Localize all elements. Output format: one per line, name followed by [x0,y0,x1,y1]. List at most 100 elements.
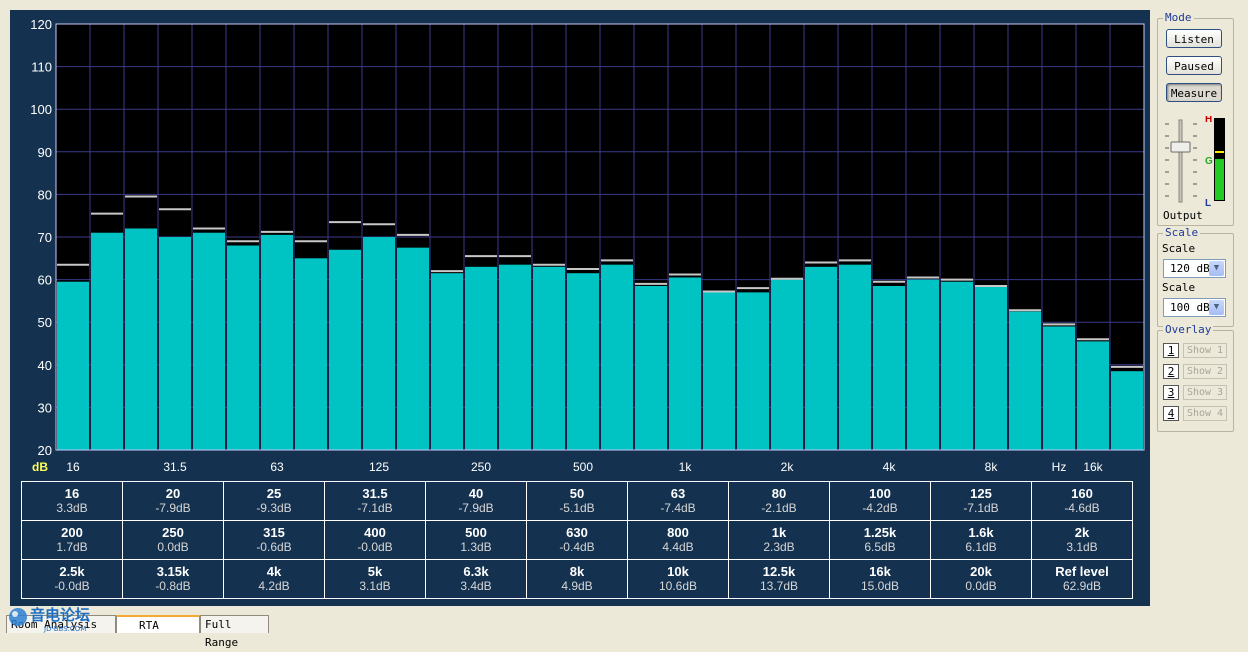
band-cell: 3.15k -0.8dB [122,559,224,599]
band-gain: -4.2dB [862,501,898,515]
band-frequency: 2k [1074,525,1090,540]
band-gain: -0.0dB [357,540,393,554]
band-cell: 1.25k 6.5dB [829,520,931,560]
band-frequency: 3.15k [156,564,190,579]
spectrum-bar [941,281,973,450]
band-gain: -7.1dB [357,501,393,515]
band-frequency: 1.25k [863,525,897,540]
spectrum-bar [601,264,633,450]
rta-display-panel: 20 30 40 50 60 70 80 90 100 110 120 dB 16 31.5 63 125 25… [10,10,1150,606]
band-gain: -0.0dB [54,579,90,593]
band-frequency: 40 [468,486,484,501]
band-gain: 62.9dB [1062,579,1102,593]
output-slider-thumb[interactable] [1170,141,1191,153]
measure-button[interactable]: Measure [1166,83,1222,102]
band-frequency: 6.3k [463,564,489,579]
output-slider-track[interactable] [1178,119,1183,203]
y-tick-label: 50 [38,315,52,330]
overlay-4-show-button[interactable]: Show 4 [1183,406,1227,421]
band-cell: 2k 3.1dB [1031,520,1133,560]
band-cell: 160 -4.6dB [1031,481,1133,521]
overlay-row-2: 2 Show 2 [1163,364,1229,380]
band-frequency: 315 [263,525,285,540]
spectrum-bar [329,249,361,450]
band-cell: 200 1.7dB [21,520,123,560]
y-tick-label: 110 [31,60,52,75]
output-peak-marker [1215,151,1224,153]
band-gain: -4.6dB [1064,501,1100,515]
listen-button[interactable]: Listen [1166,29,1222,48]
y-tick-label: 100 [30,102,52,117]
band-gain: -9.3dB [256,501,292,515]
spectrum-bar [261,234,293,450]
output-controls: H G L [1165,116,1225,208]
spectrum-bar [295,258,327,450]
band-cell: 63 -7.4dB [627,481,729,521]
spectrum-bar [635,285,667,450]
band-cell: 40 -7.9dB [425,481,527,521]
band-frequency: 20 [165,486,181,501]
band-frequency: 400 [364,525,386,540]
overlay-3-show-button[interactable]: Show 3 [1183,385,1227,400]
band-gain: -0.8dB [155,579,191,593]
band-cell: 250 0.0dB [122,520,224,560]
band-frequency: 100 [869,486,891,501]
spectrum-bar [907,279,939,450]
overlay-3-toggle[interactable]: 3 [1163,385,1179,400]
band-frequency: 1.6k [968,525,994,540]
x-tick-label: 1k [679,460,693,474]
x-tick-label: 2k [781,460,795,474]
spectrum-bar [533,266,565,450]
band-row: 200 1.7dB 250 0.0dB 315 -0.6dB 400 -0.0dB 500 1.3… [21,520,1133,560]
band-frequency: 10k [667,564,689,579]
band-cell: 12.5k 13.7dB [728,559,830,599]
overlay-4-toggle[interactable]: 4 [1163,406,1179,421]
band-frequency: 800 [667,525,689,540]
band-frequency: Ref level [1055,564,1109,579]
band-cell: 400 -0.0dB [324,520,426,560]
spectrum-bar [465,266,497,450]
overlay-2-toggle[interactable]: 2 [1163,364,1179,379]
scale-label-1: Scale [1162,242,1196,255]
overlay-row-4: 4 Show 4 [1163,406,1229,422]
spectrum-bar [125,228,157,450]
band-gain: 1.3dB [460,540,492,554]
band-gain: -0.6dB [256,540,292,554]
y-tick-label: 120 [30,17,52,32]
logo-text: 音电论坛 [30,606,90,624]
meter-good-label: G [1205,156,1213,167]
band-gain: 4.2dB [258,579,290,593]
overlay-1-show-button[interactable]: Show 1 [1183,343,1227,358]
band-cell: 800 4.4dB [627,520,729,560]
band-gain: 15.0dB [860,579,900,593]
paused-button[interactable]: Paused [1166,56,1222,75]
band-frequency: 20k [970,564,992,579]
band-cell: Ref level 62.9dB [1031,559,1133,599]
spectrum-bar [227,245,259,450]
scale-select-2[interactable]: 100 dB ▼ [1163,298,1226,317]
spectrum-bar [397,247,429,450]
band-cell: 630 -0.4dB [526,520,628,560]
overlay-1-toggle[interactable]: 1 [1163,343,1179,358]
chevron-down-icon[interactable]: ▼ [1209,261,1224,276]
spectrum-bar [159,237,191,450]
overlay-2-show-button[interactable]: Show 2 [1183,364,1227,379]
band-cell: 31.5 -7.1dB [324,481,426,521]
band-cell: 20 -7.9dB [122,481,224,521]
spectrum-bar [499,264,531,450]
scale-select-1[interactable]: 120 dB ▼ [1163,259,1226,278]
spectrum-bar [431,273,463,450]
tab-full-range[interactable]: Full Range [200,615,269,649]
x-tick-label: 8k [985,460,999,474]
logo-subtext: JD-BBS.COM [43,625,86,633]
overlay-group-title: Overlay [1163,323,1214,336]
band-frequency: 16 [64,486,80,501]
x-tick-label: 16 [66,460,80,474]
band-frequency: 63 [670,486,686,501]
output-label: Output [1163,209,1203,222]
spectrum-bar [193,232,225,450]
y-tick-label: 60 [38,273,52,288]
x-tick-label: 500 [573,460,593,474]
chevron-down-icon[interactable]: ▼ [1209,300,1224,315]
band-gain: 6.1dB [965,540,997,554]
